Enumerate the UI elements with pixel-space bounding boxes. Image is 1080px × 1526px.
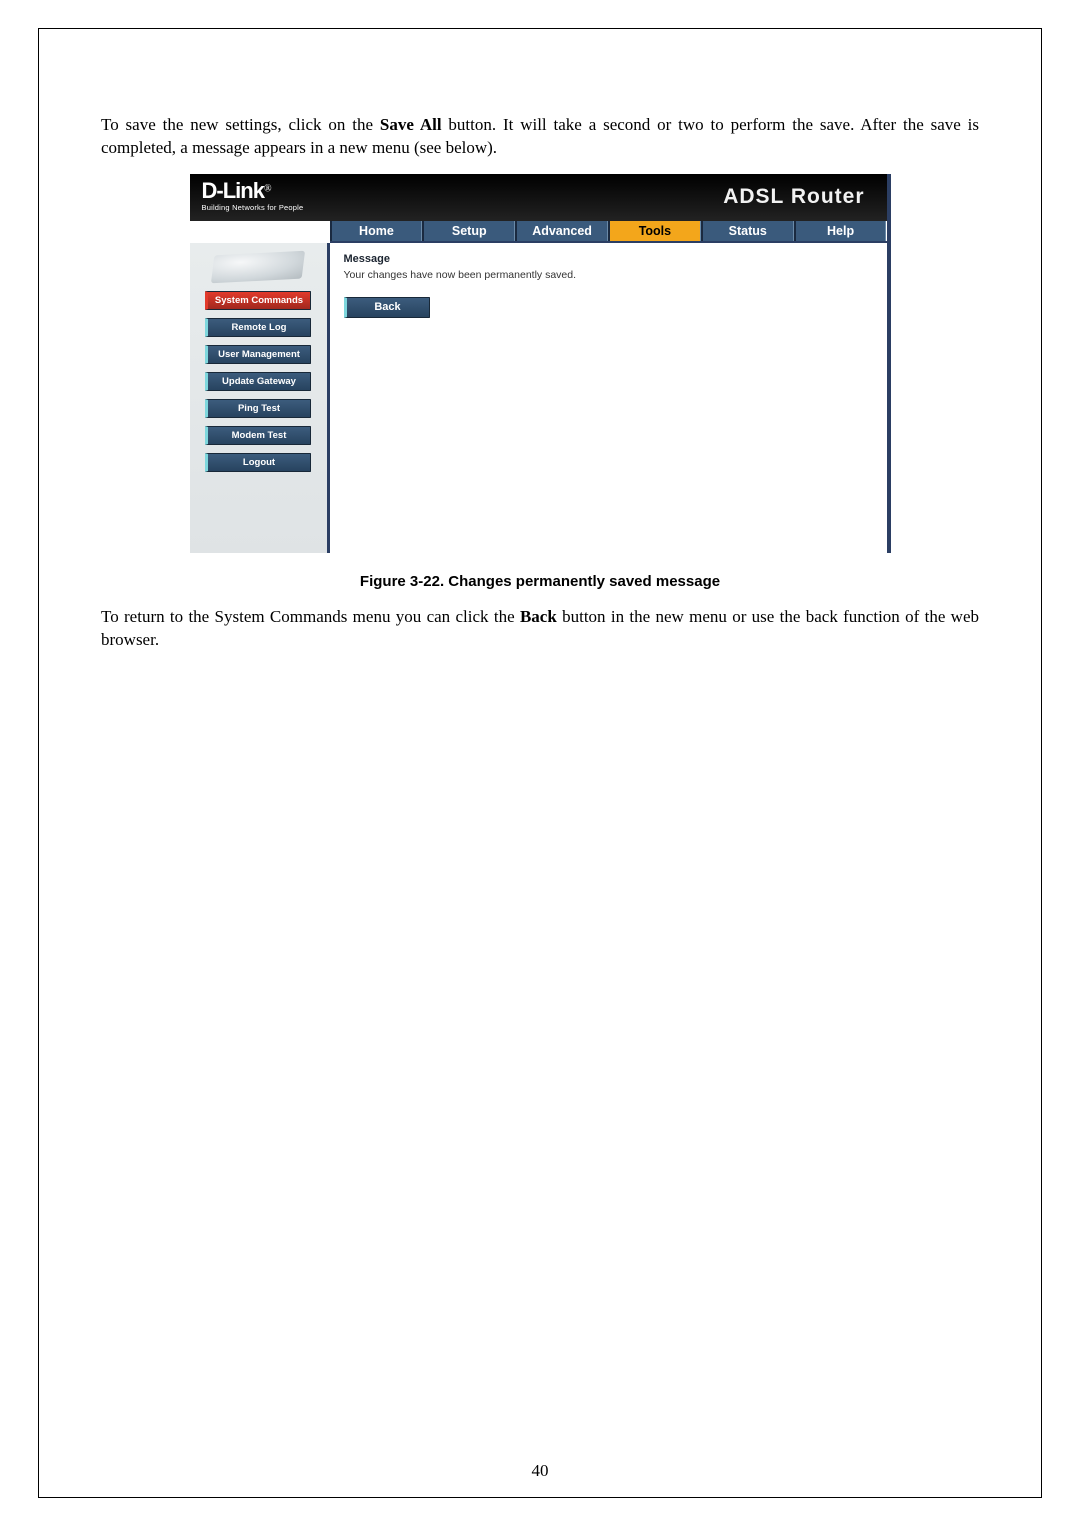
router-screenshot: D-Link® Building Networks for People ADS… — [190, 174, 891, 553]
sidebar-item-logout[interactable]: Logout — [205, 453, 311, 472]
intro-bold: Save All — [380, 115, 442, 134]
sidebar-item-modem-test[interactable]: Modem Test — [205, 426, 311, 445]
registered-icon: ® — [264, 184, 272, 195]
sidebar: System Commands Remote Log User Manageme… — [190, 243, 330, 553]
tab-home[interactable]: Home — [330, 221, 423, 241]
device-image-icon — [211, 251, 305, 284]
figure-caption: Figure 3-22. Changes permanently saved m… — [101, 573, 979, 590]
intro-pre: To save the new settings, click on the — [101, 115, 380, 134]
sidebar-item-user-management[interactable]: User Management — [205, 345, 311, 364]
brand-name: D-Link — [202, 178, 264, 203]
message-heading: Message — [344, 253, 873, 265]
brand-logo: D-Link® Building Networks for People — [202, 182, 304, 212]
page-frame: To save the new settings, click on the S… — [38, 28, 1042, 1498]
main-panel: Message Your changes have now been perma… — [330, 243, 887, 553]
intro-paragraph: To save the new settings, click on the S… — [101, 114, 979, 160]
tab-help[interactable]: Help — [794, 221, 887, 241]
tab-setup[interactable]: Setup — [422, 221, 515, 241]
tab-tools[interactable]: Tools — [608, 221, 701, 241]
sidebar-item-update-gateway[interactable]: Update Gateway — [205, 372, 311, 391]
message-text: Your changes have now been permanently s… — [344, 269, 873, 281]
router-body: System Commands Remote Log User Manageme… — [190, 243, 887, 553]
outro-bold: Back — [520, 607, 557, 626]
top-nav-tabs: Home Setup Advanced Tools Status Help — [330, 221, 887, 243]
outro-paragraph: To return to the System Commands menu yo… — [101, 606, 979, 652]
router-header: D-Link® Building Networks for People ADS… — [190, 174, 887, 221]
tab-status[interactable]: Status — [701, 221, 794, 241]
sidebar-item-remote-log[interactable]: Remote Log — [205, 318, 311, 337]
sidebar-item-system-commands[interactable]: System Commands — [205, 291, 311, 310]
page-content: To save the new settings, click on the S… — [101, 114, 979, 652]
back-button[interactable]: Back — [344, 297, 430, 318]
tab-advanced[interactable]: Advanced — [515, 221, 608, 241]
sidebar-item-ping-test[interactable]: Ping Test — [205, 399, 311, 418]
page-number: 40 — [39, 1461, 1041, 1481]
router-title: ADSL Router — [723, 185, 864, 209]
brand-tagline: Building Networks for People — [202, 203, 304, 212]
outro-pre: To return to the System Commands menu yo… — [101, 607, 520, 626]
